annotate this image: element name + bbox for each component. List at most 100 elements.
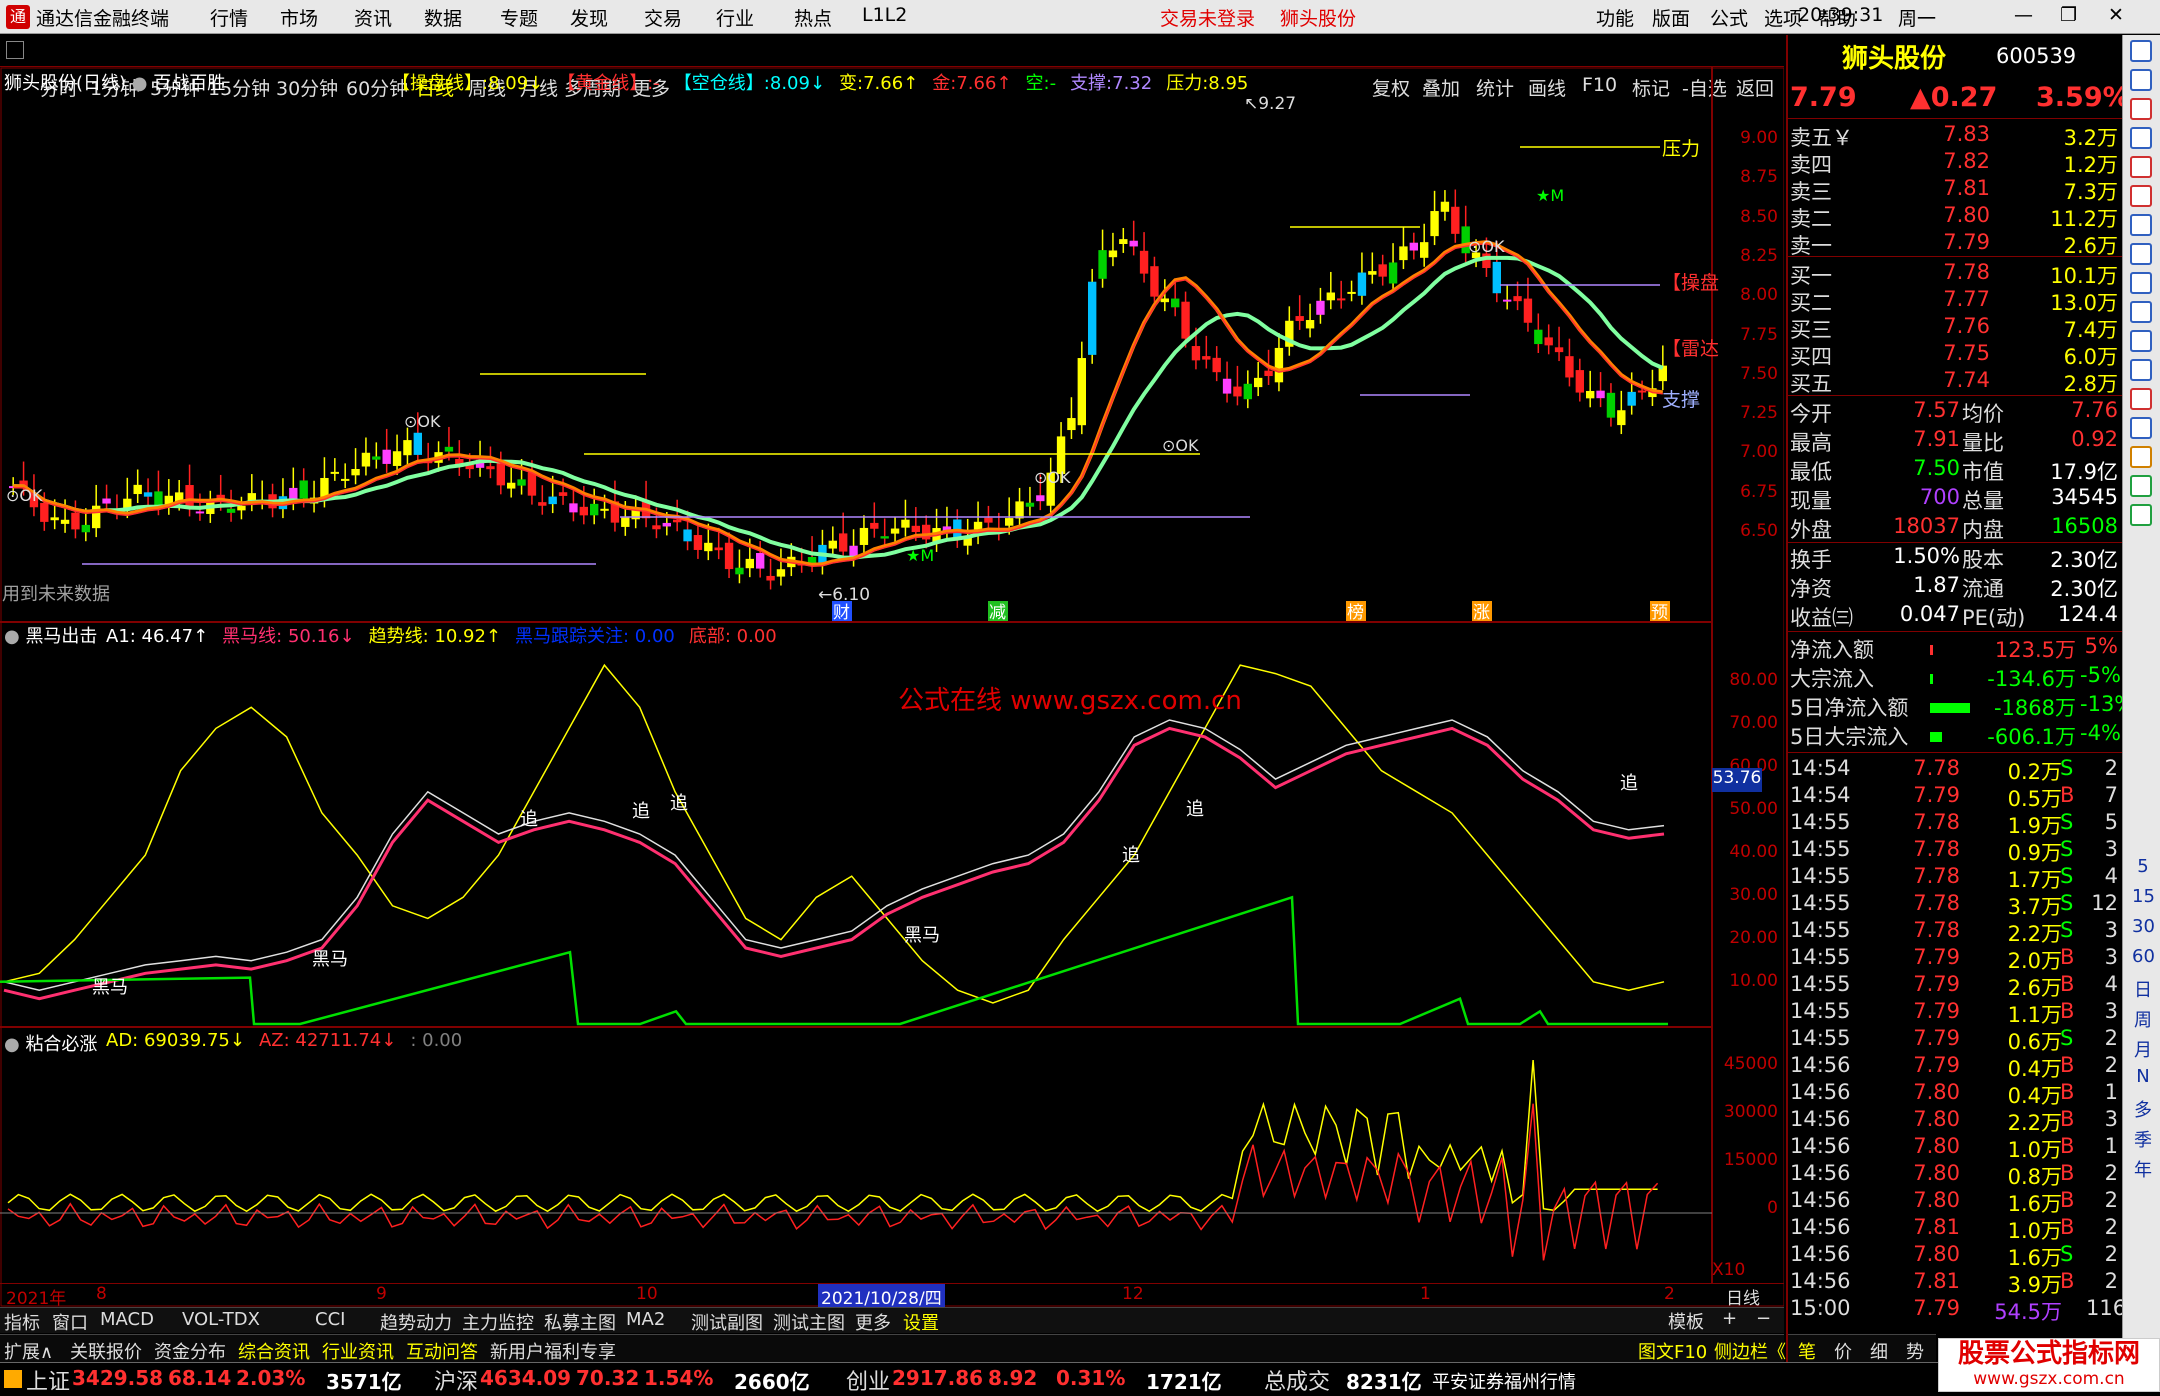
sz-index-name[interactable]: 沪深	[434, 1364, 478, 1396]
indicator-tab-3[interactable]: VOL-TDX	[182, 1309, 260, 1330]
menu-7[interactable]: 行业	[716, 4, 754, 31]
info-tab-0[interactable]: 扩展∧	[4, 1338, 53, 1364]
data-icon[interactable]	[2130, 272, 2152, 294]
menu-3[interactable]: 数据	[424, 4, 462, 31]
side-period-1[interactable]: 15	[2132, 886, 2155, 907]
stat-row-1-3: 0.92	[2071, 427, 2118, 451]
indicator-tab-11[interactable]: 更多	[855, 1309, 891, 1335]
formula-icon[interactable]: ●	[132, 73, 148, 94]
zoom-out-button[interactable]: −	[1756, 1308, 1771, 1329]
mini2-icon[interactable]	[2130, 504, 2152, 526]
layout-icon[interactable]	[6, 41, 24, 59]
up-arrow-icon[interactable]	[2130, 40, 2152, 62]
sh-index-name[interactable]: 上证	[26, 1364, 70, 1396]
ind2-formula-icon[interactable]: ●	[4, 1034, 25, 1055]
right-menu-1[interactable]: 版面	[1652, 4, 1690, 31]
down-arrow-icon[interactable]	[2130, 69, 2152, 91]
az-line	[7, 1103, 1659, 1261]
globe-icon[interactable]	[2130, 330, 2152, 352]
minimize-icon[interactable]: —	[2014, 4, 2033, 26]
login-status[interactable]: 交易未登录	[1160, 4, 1255, 31]
quote-tab-3[interactable]: 势	[1906, 1338, 1924, 1364]
right-menu-0[interactable]: 功能	[1596, 4, 1634, 31]
side-period-3[interactable]: 60	[2132, 946, 2155, 967]
table-icon[interactable]	[2130, 127, 2152, 149]
menu-5[interactable]: 发现	[570, 4, 608, 31]
stat2-row-1-2: 流通	[1962, 577, 2004, 601]
menu-9[interactable]: L1L2	[862, 4, 907, 26]
quote-tab-1[interactable]: 价	[1834, 1338, 1852, 1364]
indicator-tab-4[interactable]: CCI	[315, 1309, 345, 1330]
template-button[interactable]: 模板	[1668, 1308, 1704, 1334]
side-period-9[interactable]: 季	[2132, 1126, 2154, 1152]
list-icon[interactable]	[2130, 214, 2152, 236]
doc-icon[interactable]	[2130, 301, 2152, 323]
side-period-7[interactable]: N	[2132, 1066, 2154, 1087]
side-period-5[interactable]: 周	[2132, 1006, 2154, 1032]
info-tab-6[interactable]: 新用户福利专享	[490, 1338, 616, 1364]
side-period-2[interactable]: 30	[2132, 916, 2155, 937]
menu-8[interactable]: 热点	[794, 4, 832, 31]
sidebar-toggle[interactable]: 侧边栏《	[1714, 1338, 1786, 1364]
right-label-3: 支撑	[1662, 389, 1700, 411]
indicator-tab-0[interactable]: 指标	[4, 1309, 40, 1335]
menu-1[interactable]: 市场	[280, 4, 318, 31]
mini1-icon[interactable]	[2130, 475, 2152, 497]
indicator-tab-1[interactable]: 窗口	[52, 1309, 88, 1335]
tick-row-16-3: B	[2060, 1188, 2075, 1212]
info-tab-5[interactable]: 互动问答	[406, 1338, 478, 1364]
side-period-4[interactable]: 日	[2132, 976, 2154, 1002]
indicator-tab-2[interactable]: MACD	[100, 1309, 154, 1330]
menu-6[interactable]: 交易	[644, 4, 682, 31]
indicator-tab-5[interactable]: 趋势动力	[380, 1309, 452, 1335]
indicator-tab-12[interactable]: 设置	[903, 1309, 939, 1335]
bars-icon[interactable]	[2130, 185, 2152, 207]
side-period-0[interactable]: 5	[2132, 856, 2154, 877]
indicator-tab-10[interactable]: 测试主图	[773, 1309, 845, 1335]
ind1-formula-icon[interactable]: ●	[4, 626, 25, 647]
rsi-icon[interactable]	[2130, 388, 2152, 410]
info-tab-1[interactable]: 关联报价	[70, 1338, 142, 1364]
ind1-title[interactable]: 黑马出击	[25, 626, 97, 647]
tick-row-14-1: 7.80	[1913, 1134, 1960, 1158]
menu-2[interactable]: 资讯	[354, 4, 392, 31]
candle-body-119	[1243, 383, 1252, 400]
close-icon[interactable]: ✕	[2108, 4, 2124, 26]
pen-icon[interactable]	[2130, 446, 2152, 468]
menu-0[interactable]: 行情	[210, 4, 248, 31]
indicator-tab-8[interactable]: MA2	[626, 1309, 665, 1330]
tick-row-6-3: S	[2060, 918, 2074, 942]
info-tab-3[interactable]: 综合资讯	[238, 1338, 310, 1364]
f10-button[interactable]: 图文F10	[1638, 1338, 1707, 1364]
zoom-in-button[interactable]: +	[1722, 1308, 1737, 1329]
candle-body-31	[330, 471, 339, 474]
side-period-10[interactable]: 年	[2132, 1156, 2154, 1182]
indicator-tab-6[interactable]: 主力监控	[462, 1309, 534, 1335]
main-formula-name[interactable]: 百战百胜	[153, 73, 225, 94]
tick-row-18-1: 7.80	[1913, 1242, 1960, 1266]
indicator-tab-9[interactable]: 测试副图	[691, 1309, 763, 1335]
move-icon[interactable]	[2130, 417, 2152, 439]
stat-row-1-2: 量比	[1962, 431, 2004, 455]
side-period-6[interactable]: 月	[2132, 1036, 2154, 1062]
quote-tab-2[interactable]: 细	[1870, 1338, 1888, 1364]
quote-tab-0[interactable]: 笔	[1798, 1338, 1816, 1364]
right-menu-2[interactable]: 公式	[1710, 4, 1748, 31]
candle-body-97	[1015, 501, 1024, 519]
indicator-tab-7[interactable]: 私募主图	[544, 1309, 616, 1335]
info-tab-4[interactable]: 行业资讯	[322, 1338, 394, 1364]
cy-index-name[interactable]: 创业	[846, 1364, 890, 1396]
ind2-title[interactable]: 粘合必涨	[25, 1034, 97, 1055]
maximize-icon[interactable]: ❐	[2060, 4, 2077, 26]
right-menu-3[interactable]: 选项	[1764, 4, 1802, 31]
main-chart-title: 狮头股份(日线)	[4, 73, 127, 94]
f10-icon[interactable]	[2130, 243, 2152, 265]
chart-icon[interactable]	[2130, 156, 2152, 178]
stock-link[interactable]: 狮头股份	[1280, 4, 1356, 31]
quote-icon[interactable]	[2130, 98, 2152, 120]
side-period-8[interactable]: 多	[2132, 1096, 2154, 1122]
info-tab-2[interactable]: 资金分布	[154, 1338, 226, 1364]
chart-area[interactable]: ↖9.27←6.10压力【操盘【雷达支撑⊙OK⊙OK⊙OK⊙OK⊙OK★M★M财…	[0, 67, 1784, 1307]
notes-icon[interactable]	[2130, 359, 2152, 381]
menu-4[interactable]: 专题	[500, 4, 538, 31]
